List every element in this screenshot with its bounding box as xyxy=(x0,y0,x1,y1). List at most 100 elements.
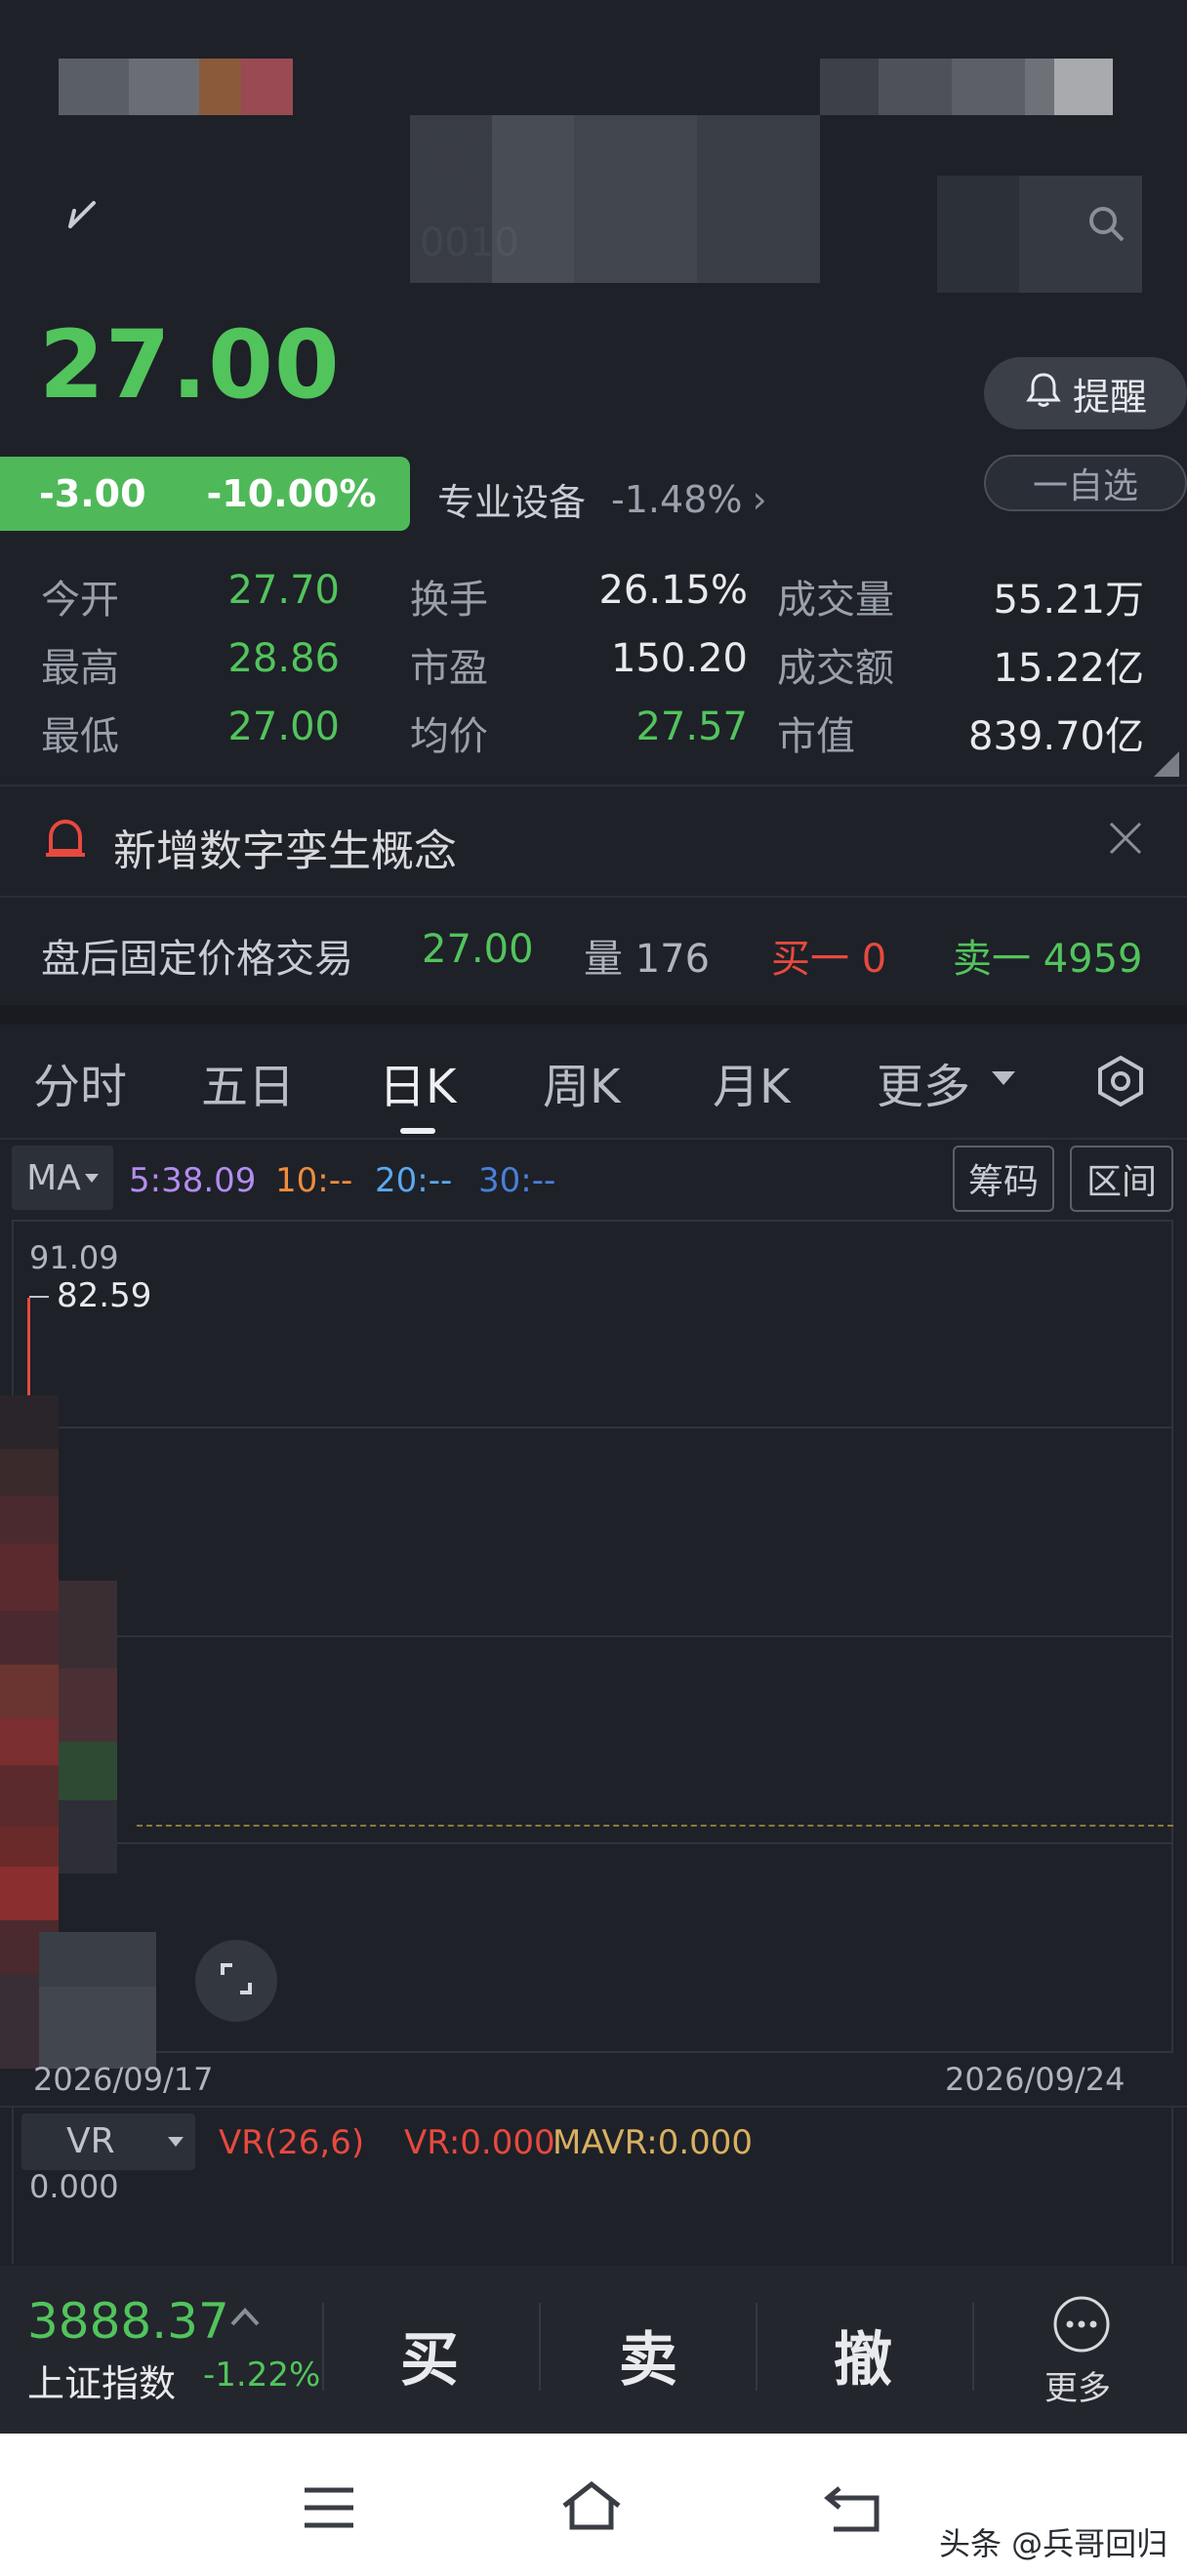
separator xyxy=(322,2303,324,2391)
after-hours-volume: 量 176 xyxy=(584,937,711,982)
ma-selector[interactable]: MA xyxy=(12,1146,113,1210)
more-dots-icon xyxy=(1050,2293,1113,2359)
chart-high-label: 91.09 xyxy=(29,1239,119,1276)
after-hours-row: 盘后固定价格交易 xyxy=(41,927,353,984)
chips-button[interactable]: 筹码 xyxy=(953,1146,1054,1212)
more-label: 更多 xyxy=(1044,2369,1111,2408)
notice-text: 新增数字孪生概念 xyxy=(113,826,457,876)
stat-label: 换手 xyxy=(410,578,488,623)
current-price: 27.00 xyxy=(39,310,341,420)
after-hours-label: 盘后固定价格交易 xyxy=(41,937,353,982)
divider xyxy=(0,896,1187,898)
ma-selector-label: MA xyxy=(26,1157,81,1198)
remind-button[interactable]: 提醒 xyxy=(984,357,1187,429)
chart-peak-label: 82.59 xyxy=(57,1276,152,1315)
stat-value: 28.86 xyxy=(227,636,340,681)
add-watchlist-button[interactable]: 一自选 xyxy=(984,455,1187,511)
grid-line xyxy=(12,2051,1173,2053)
separator xyxy=(539,2303,541,2391)
index-pct: -1.22% xyxy=(203,2355,321,2395)
stock-name-blur xyxy=(410,115,820,283)
cancel-order-button[interactable]: 撤 xyxy=(834,2313,892,2397)
stat-value: 150.20 xyxy=(611,636,748,681)
menu-icon[interactable] xyxy=(303,2486,355,2533)
chips-label: 筹码 xyxy=(967,1162,1039,1202)
peak-candle-wick xyxy=(27,1298,30,1395)
expand-corner-icon[interactable] xyxy=(1154,751,1179,777)
ma10-value: 10:-- xyxy=(275,1161,353,1200)
alarm-icon xyxy=(43,816,88,865)
stat-value: 27.00 xyxy=(227,704,340,749)
more-button[interactable]: 更多 xyxy=(1033,2293,1130,2410)
stat-value: 27.70 xyxy=(227,568,340,613)
tab-monthly-k[interactable]: 月K xyxy=(713,1048,790,1116)
candles-blur-3 xyxy=(39,1932,156,2069)
separator xyxy=(972,2303,974,2391)
stat-label: 市值 xyxy=(777,714,855,759)
ma5-value: 5:38.09 xyxy=(129,1161,257,1200)
buy-button[interactable]: 买 xyxy=(400,2313,459,2397)
separator xyxy=(756,2303,757,2391)
concept-notice[interactable]: 新增数字孪生概念 xyxy=(0,786,1187,896)
home-icon[interactable] xyxy=(560,2478,623,2537)
watermark: 头条 @兵哥回归 xyxy=(939,2525,1168,2562)
tab-more-chevron-icon xyxy=(992,1071,1015,1085)
divider xyxy=(0,1138,1187,1140)
tab-more[interactable]: 更多 xyxy=(877,1048,970,1116)
stat-label: 最低 xyxy=(41,714,119,759)
tab-daily-k[interactable]: 日K xyxy=(379,1048,456,1116)
stat-label: 成交额 xyxy=(777,646,894,691)
chevron-up-icon[interactable] xyxy=(228,2305,262,2332)
tab-five-day[interactable]: 五日 xyxy=(201,1048,295,1116)
last-price-dashed-line xyxy=(137,1825,1173,1827)
chart-settings-icon[interactable] xyxy=(1093,1054,1148,1112)
stat-label: 今开 xyxy=(41,578,119,623)
sector-name: 专业设备 xyxy=(437,481,587,524)
fullscreen-button[interactable] xyxy=(195,1940,277,2022)
stat-label: 均价 xyxy=(410,714,488,759)
change-value: -3.00 xyxy=(39,472,146,515)
sector-link[interactable]: 专业设备 -1.48% › xyxy=(437,472,767,526)
section-gap xyxy=(0,1005,1187,1025)
vr-chart[interactable] xyxy=(12,2108,1173,2264)
tab-intraday[interactable]: 分时 xyxy=(33,1048,127,1116)
close-icon[interactable] xyxy=(1107,820,1144,861)
tab-weekly-k[interactable]: 周K xyxy=(543,1048,620,1116)
stat-value: 55.21万 xyxy=(993,578,1144,623)
range-label: 区间 xyxy=(1085,1162,1157,1202)
range-button[interactable]: 区间 xyxy=(1070,1146,1173,1212)
sell-button[interactable]: 卖 xyxy=(619,2313,677,2397)
ma20-value: 20:-- xyxy=(375,1161,453,1200)
stat-label: 成交量 xyxy=(777,578,894,623)
index-name: 上证指数 xyxy=(27,2362,177,2405)
ma30-value: 30:-- xyxy=(478,1161,556,1200)
stat-label: 市盈 xyxy=(410,646,488,691)
status-bar-blur-right xyxy=(820,59,1113,115)
chart-peak-tick xyxy=(29,1296,49,1298)
back-icon[interactable] xyxy=(61,197,103,240)
grid-line xyxy=(12,1842,1173,1844)
bell-icon xyxy=(1024,370,1063,418)
stat-value: 26.15% xyxy=(598,568,748,613)
watch-label: 一自选 xyxy=(1032,466,1138,506)
index-value[interactable]: 3888.37 xyxy=(27,2293,229,2350)
stat-value: 839.70亿 xyxy=(968,714,1144,759)
date-end: 2026/09/24 xyxy=(945,2061,1126,2098)
grid-line xyxy=(12,1635,1173,1637)
after-hours-price: 27.00 xyxy=(422,927,534,972)
after-hours-buy: 买一 0 xyxy=(771,937,887,982)
stock-detail-screen: 0010 27.00 提醒 -3.00 -10.00% 专业设备 -1.48% … xyxy=(0,0,1187,2576)
sector-pct: -1.48% xyxy=(611,477,743,521)
stat-label: 最高 xyxy=(41,646,119,691)
after-hours-sell: 卖一 4959 xyxy=(953,937,1143,982)
stat-value: 15.22亿 xyxy=(993,646,1144,691)
stat-value: 27.57 xyxy=(635,704,748,749)
grid-line xyxy=(12,1427,1173,1429)
tab-active-indicator xyxy=(400,1128,435,1134)
back-nav-icon[interactable] xyxy=(824,2480,884,2539)
chevron-right-icon: › xyxy=(752,477,767,521)
dropdown-icon xyxy=(84,1173,99,1183)
change-pct: -10.00% xyxy=(206,472,377,515)
candles-blur-2 xyxy=(59,1581,117,1873)
search-icon[interactable] xyxy=(1085,203,1128,246)
